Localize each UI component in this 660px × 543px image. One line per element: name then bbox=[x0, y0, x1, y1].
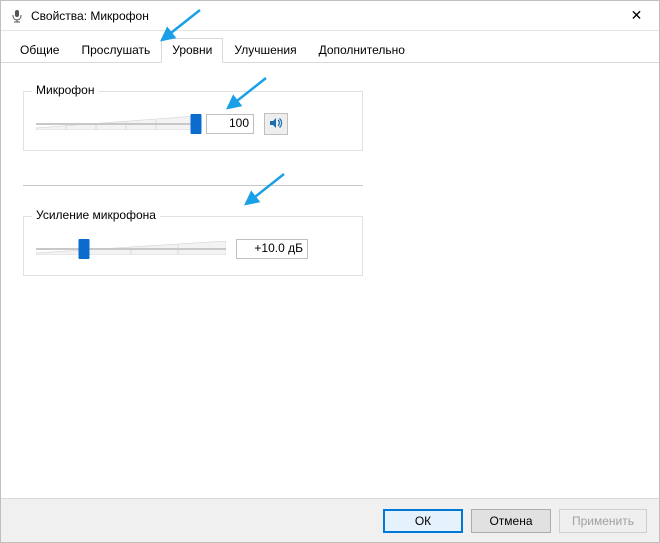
tab-levels[interactable]: Уровни bbox=[161, 38, 223, 63]
microphone-level-legend: Микрофон bbox=[32, 83, 98, 97]
cancel-button[interactable]: Отмена bbox=[471, 509, 551, 533]
window-title: Свойства: Микрофон bbox=[31, 9, 149, 23]
microphone-boost-legend: Усиление микрофона bbox=[32, 208, 160, 222]
tab-enhancements[interactable]: Улучшения bbox=[223, 38, 307, 63]
microphone-level-group: Микрофон 100 bbox=[23, 91, 363, 151]
mute-button[interactable] bbox=[264, 113, 288, 135]
speaker-icon bbox=[269, 116, 283, 133]
title-bar: Свойства: Микрофон ✕ bbox=[1, 1, 659, 31]
microphone-slider-row: 100 bbox=[36, 112, 350, 136]
apply-button[interactable]: Применить bbox=[559, 509, 647, 533]
tab-content: Микрофон 100 bbox=[1, 63, 659, 498]
microphone-value[interactable]: 100 bbox=[206, 114, 254, 134]
close-button[interactable]: ✕ bbox=[614, 1, 659, 30]
button-bar: ОК Отмена Применить bbox=[1, 498, 659, 542]
boost-slider-thumb[interactable] bbox=[78, 239, 89, 259]
tab-advanced[interactable]: Дополнительно bbox=[308, 38, 416, 63]
ok-button[interactable]: ОК bbox=[383, 509, 463, 533]
microphone-slider-thumb[interactable] bbox=[191, 114, 202, 134]
boost-value[interactable]: +10.0 дБ bbox=[236, 239, 308, 259]
properties-window: Свойства: Микрофон ✕ Общие Прослушать Ур… bbox=[0, 0, 660, 543]
tab-listen[interactable]: Прослушать bbox=[70, 38, 161, 63]
microphone-slider[interactable] bbox=[36, 112, 196, 136]
boost-slider[interactable] bbox=[36, 237, 226, 261]
microphone-icon bbox=[9, 8, 25, 24]
tab-strip: Общие Прослушать Уровни Улучшения Дополн… bbox=[1, 31, 659, 63]
close-icon: ✕ bbox=[631, 7, 643, 24]
microphone-boost-group: Усиление микрофона +10.0 дБ bbox=[23, 216, 363, 276]
tab-general[interactable]: Общие bbox=[9, 38, 70, 63]
group-separator bbox=[23, 185, 363, 186]
boost-slider-row: +10.0 дБ bbox=[36, 237, 350, 261]
